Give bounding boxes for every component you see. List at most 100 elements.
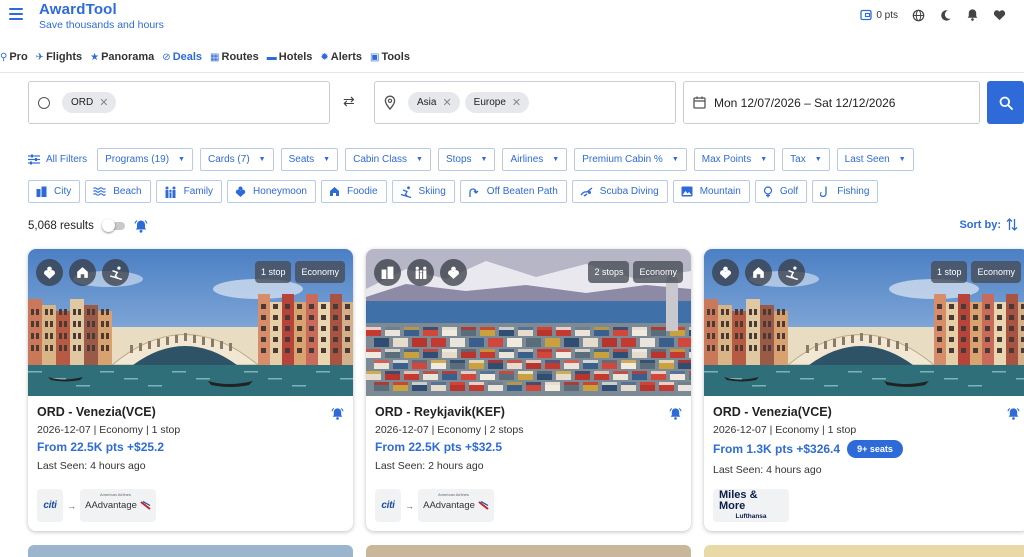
nav-routes[interactable]: ▦ Routes bbox=[210, 51, 259, 63]
filter-label: Airlines bbox=[510, 154, 544, 165]
calendar-icon: ▦ bbox=[210, 51, 220, 63]
last-seen: Last Seen: 4 hours ago bbox=[713, 464, 822, 476]
card-program-logo: citi bbox=[375, 489, 401, 522]
date-range-field[interactable]: Mon 12/07/2026 – Sat 12/12/2026 bbox=[683, 81, 980, 124]
tag-mountain[interactable]: Mountain bbox=[672, 180, 750, 203]
destination-field[interactable]: Asia ✕ Europe ✕ bbox=[374, 81, 676, 124]
tag-family[interactable]: Family bbox=[155, 180, 223, 203]
flight-meta: 2026-12-07 | Economy | 1 stop bbox=[37, 424, 181, 436]
app-header: AwardTool Save thousands and hours 0 pts bbox=[0, 0, 1024, 36]
filter-programs[interactable]: Programs (19) ▼ bbox=[97, 148, 193, 171]
all-filters-button[interactable]: All Filters bbox=[28, 154, 87, 165]
filter-stops[interactable]: Stops ▼ bbox=[437, 148, 496, 171]
bell-alert-icon[interactable] bbox=[134, 219, 148, 234]
tag-skiing[interactable]: Skiing bbox=[391, 180, 455, 203]
route-title: ORD - Venezia(VCE) bbox=[37, 405, 156, 419]
next-card-peek bbox=[704, 545, 1024, 557]
filter-premium-cabin[interactable]: Premium Cabin % ▼ bbox=[574, 148, 687, 171]
alert-toggle[interactable] bbox=[101, 219, 126, 232]
foodie-icon bbox=[745, 259, 772, 286]
filter-label: Max Points bbox=[701, 154, 752, 165]
nav-label: Panorama bbox=[101, 51, 155, 63]
honeymoon-icon bbox=[235, 186, 246, 197]
nav-deals[interactable]: ⊘ Deals bbox=[162, 51, 202, 63]
dark-mode-icon[interactable] bbox=[938, 8, 952, 22]
destination-chip: Asia ✕ bbox=[408, 92, 460, 113]
card-badges: 1 stop Economy bbox=[930, 261, 1021, 283]
family-icon bbox=[165, 186, 176, 198]
nav-alerts[interactable]: ✹ Alerts bbox=[320, 51, 362, 63]
caret-down-icon: ▼ bbox=[814, 156, 822, 163]
program-logos: citi → American Airlines AAdvantage bbox=[375, 489, 494, 522]
brand-title[interactable]: AwardTool bbox=[39, 1, 117, 18]
nav-label: Hotels bbox=[278, 51, 313, 63]
scuba-icon bbox=[580, 187, 593, 197]
swap-icon[interactable]: ⇄ bbox=[343, 93, 355, 110]
category-icons bbox=[36, 259, 129, 286]
aa-logo-icon bbox=[478, 501, 489, 510]
globe-icon[interactable] bbox=[911, 8, 925, 22]
remove-chip-icon[interactable]: ✕ bbox=[512, 96, 521, 109]
nav-divider bbox=[0, 72, 1024, 73]
filter-label: Cards (7) bbox=[207, 154, 250, 165]
origin-field[interactable]: ORD ✕ bbox=[28, 81, 330, 124]
results-count: 5,068 results bbox=[28, 220, 94, 232]
cabin-badge: Economy bbox=[295, 261, 345, 283]
main-nav: ⚲ Pro ✈ Flights ★ Panorama ⊘ Deals ▦ Routes ▬… bbox=[0, 49, 418, 65]
nav-flights[interactable]: ✈ Flights bbox=[36, 51, 82, 63]
program-logos: citi → American Airlines AAdvantage bbox=[37, 489, 156, 522]
nav-panorama[interactable]: ★ Panorama bbox=[90, 51, 154, 63]
filter-cards[interactable]: Cards (7) ▼ bbox=[199, 148, 274, 171]
tag-fishing[interactable]: Fishing bbox=[812, 180, 879, 203]
caret-down-icon: ▼ bbox=[480, 156, 488, 163]
deal-card[interactable]: 1 stop Economy ORD - Venezia(VCE) 2026-1… bbox=[28, 249, 353, 531]
aa-logo-icon bbox=[140, 501, 151, 510]
route-title: ORD - Reykjavik(KEF) bbox=[375, 405, 505, 419]
city-icon bbox=[36, 186, 47, 197]
nav-tools[interactable]: ▣ Tools bbox=[370, 51, 410, 63]
bell-alert-icon[interactable] bbox=[669, 407, 682, 421]
sort-icon bbox=[1006, 218, 1018, 231]
sort-by-button[interactable]: Sort by: bbox=[959, 218, 1018, 231]
skiing-icon bbox=[778, 259, 805, 286]
bell-icon: ✹ bbox=[320, 51, 329, 63]
filter-tax[interactable]: Tax ▼ bbox=[782, 148, 830, 171]
tag-off-beaten-path[interactable]: Off Beaten Path bbox=[459, 180, 567, 203]
filter-seats[interactable]: Seats ▼ bbox=[280, 148, 339, 171]
nav-label: Alerts bbox=[330, 51, 362, 63]
filter-cabin-class[interactable]: Cabin Class ▼ bbox=[345, 148, 431, 171]
wallet-icon bbox=[860, 9, 872, 21]
nav-hotels[interactable]: ▬ Hotels bbox=[267, 51, 313, 63]
tag-label: Fishing bbox=[837, 186, 870, 197]
caret-down-icon: ▼ bbox=[258, 156, 266, 163]
filter-max-points[interactable]: Max Points ▼ bbox=[693, 148, 776, 171]
heart-icon[interactable] bbox=[992, 8, 1006, 22]
menu-icon[interactable] bbox=[9, 8, 23, 20]
deal-card[interactable]: 2 stops Economy ORD - Reykjavik(KEF) 202… bbox=[366, 249, 691, 531]
tag-honeymoon[interactable]: Honeymoon bbox=[227, 180, 316, 203]
nav-label: Routes bbox=[221, 51, 259, 63]
bell-alert-icon[interactable] bbox=[1007, 407, 1020, 421]
filter-airlines[interactable]: Airlines ▼ bbox=[502, 148, 568, 171]
remove-chip-icon[interactable]: ✕ bbox=[442, 96, 451, 109]
last-seen: Last Seen: 4 hours ago bbox=[37, 460, 146, 472]
skiing-icon bbox=[102, 259, 129, 286]
nav-label: Pro bbox=[9, 51, 28, 63]
points-balance[interactable]: 0 pts bbox=[860, 9, 898, 21]
deal-card[interactable]: 1 stop Economy ORD - Venezia(VCE) 2026-1… bbox=[704, 249, 1024, 531]
tag-beach[interactable]: Beach bbox=[85, 180, 151, 203]
tag-city[interactable]: City bbox=[28, 180, 81, 203]
tag-foodie[interactable]: Foodie bbox=[320, 180, 387, 203]
notifications-icon[interactable] bbox=[965, 8, 979, 22]
filter-last-seen[interactable]: Last Seen ▼ bbox=[836, 148, 914, 171]
nav-label: Deals bbox=[172, 51, 203, 63]
search-button[interactable] bbox=[987, 81, 1024, 124]
nav-pro[interactable]: ⚲ Pro bbox=[0, 51, 28, 63]
remove-chip-icon[interactable]: ✕ bbox=[99, 96, 108, 109]
tag-golf[interactable]: Golf bbox=[754, 180, 808, 203]
bell-alert-icon[interactable] bbox=[331, 407, 344, 421]
seats-badge: 9+ seats bbox=[847, 440, 903, 458]
tag-scuba-diving[interactable]: Scuba Diving bbox=[571, 180, 668, 203]
results-bar: 5,068 results bbox=[28, 218, 148, 234]
toolbox-icon: ▣ bbox=[369, 51, 380, 63]
